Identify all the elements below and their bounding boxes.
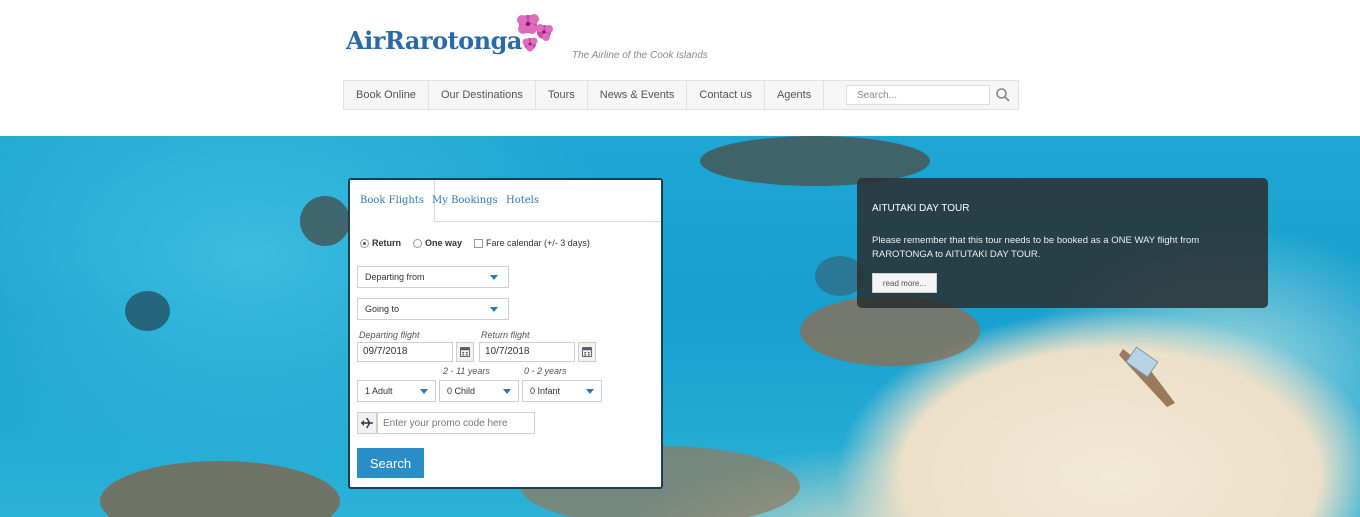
- departing-date-input[interactable]: 09/7/2018: [357, 342, 453, 362]
- chevron-down-icon: [503, 389, 511, 394]
- tour-description: Please remember that this tour needs to …: [872, 235, 1200, 260]
- fare-calendar-label: Fare calendar (+/- 3 days): [486, 238, 590, 248]
- fare-calendar-checkbox[interactable]: [474, 238, 484, 248]
- read-more-button[interactable]: read more...: [872, 273, 937, 293]
- departing-flight-label: Departing flight: [359, 330, 420, 340]
- tab-my-bookings[interactable]: My Bookings: [422, 180, 508, 222]
- departing-from-select[interactable]: Departing from: [357, 266, 509, 288]
- nav-item-news-events[interactable]: News & Events: [588, 81, 688, 109]
- calendar-icon[interactable]: [456, 342, 474, 362]
- return-date-input[interactable]: 10/7/2018: [479, 342, 575, 362]
- children-value: 0 Child: [447, 386, 476, 396]
- one-way-radio[interactable]: [413, 238, 422, 248]
- infant-age-hint: 0 - 2 years: [524, 366, 567, 376]
- adults-select[interactable]: 1 Adult: [357, 380, 436, 402]
- going-to-value: Going to: [365, 304, 400, 314]
- return-flight-label: Return flight: [481, 330, 530, 340]
- chevron-down-icon: [420, 389, 428, 394]
- site-header: AirRarotonga The Airline of the Cook Isl…: [0, 0, 1360, 136]
- logo[interactable]: AirRarotonga: [344, 10, 564, 60]
- site-search-input[interactable]: [846, 85, 990, 105]
- calendar-icon[interactable]: [578, 342, 596, 362]
- page: AirRarotonga The Airline of the Cook Isl…: [0, 0, 1360, 517]
- booking-tabs: Book Flights My Bookings Hotels: [350, 180, 661, 223]
- going-to-select[interactable]: Going to: [357, 298, 509, 320]
- reef-rock: [300, 196, 350, 246]
- nav-item-agents[interactable]: Agents: [765, 81, 825, 109]
- tab-hotels[interactable]: Hotels: [496, 180, 549, 222]
- return-radio[interactable]: [360, 238, 369, 248]
- adults-value: 1 Adult: [365, 386, 393, 396]
- tagline: The Airline of the Cook Islands: [572, 50, 708, 61]
- infants-select[interactable]: 0 Infant: [522, 380, 602, 402]
- nav-item-contact-us[interactable]: Contact us: [687, 81, 765, 109]
- boat-image: [1119, 346, 1175, 407]
- nav-item-our-destinations[interactable]: Our Destinations: [429, 81, 536, 109]
- search-icon[interactable]: [994, 86, 1012, 104]
- search-flights-button[interactable]: Search: [357, 448, 424, 478]
- hibiscus-logo-icon: [517, 14, 553, 52]
- departing-from-value: Departing from: [365, 272, 425, 282]
- main-nav: Book Online Our Destinations Tours News …: [343, 80, 1019, 110]
- child-age-hint: 2 - 11 years: [443, 366, 490, 376]
- trip-type-options: Return One way Fare calendar (+/- 3 days…: [360, 238, 602, 248]
- reef-rock: [100, 461, 340, 517]
- promo-code-input[interactable]: [377, 412, 535, 434]
- nav-items: Book Online Our Destinations Tours News …: [344, 81, 825, 109]
- chevron-down-icon: [490, 275, 498, 280]
- nav-item-book-online[interactable]: Book Online: [344, 81, 429, 109]
- one-way-label: One way: [425, 238, 463, 248]
- return-option[interactable]: Return: [360, 238, 401, 248]
- booking-widget: Book Flights My Bookings Hotels Return O…: [348, 178, 663, 489]
- one-way-option[interactable]: One way: [413, 238, 462, 248]
- fare-calendar-option[interactable]: Fare calendar (+/- 3 days): [474, 238, 590, 248]
- logo-wordmark: AirRarotonga: [346, 26, 522, 55]
- reef-rock: [125, 291, 170, 331]
- plane-icon: [357, 412, 377, 434]
- tour-info-panel: AITUTAKI DAY TOUR Please remember that t…: [857, 178, 1268, 308]
- infants-value: 0 Infant: [530, 386, 561, 396]
- chevron-down-icon: [586, 389, 594, 394]
- tour-title: AITUTAKI DAY TOUR: [872, 203, 970, 214]
- return-label: Return: [372, 238, 401, 248]
- nav-item-tours[interactable]: Tours: [536, 81, 588, 109]
- children-select[interactable]: 0 Child: [439, 380, 519, 402]
- chevron-down-icon: [490, 307, 498, 312]
